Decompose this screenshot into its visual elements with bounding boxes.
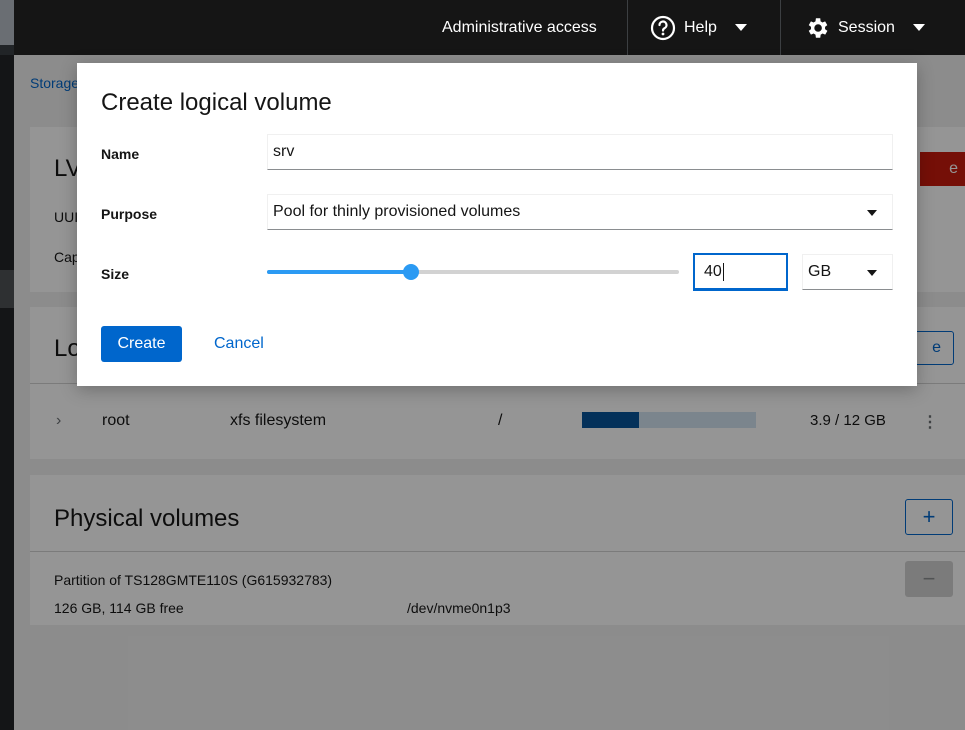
- caret-down-icon: [867, 270, 877, 276]
- purpose-label: Purpose: [101, 206, 158, 222]
- name-value: srv: [273, 143, 295, 160]
- purpose-select[interactable]: Pool for thinly provisioned volumes: [267, 194, 893, 230]
- divider: [627, 0, 628, 55]
- create-button[interactable]: Create: [101, 326, 182, 362]
- gear-icon: [808, 17, 828, 38]
- session-label: Session: [838, 18, 895, 36]
- help-menu-button[interactable]: Help: [650, 0, 747, 55]
- chevron-down-icon: [734, 24, 747, 31]
- name-input[interactable]: srv: [267, 134, 893, 170]
- chevron-down-icon: [912, 24, 925, 31]
- name-label: Name: [101, 146, 140, 162]
- purpose-value: Pool for thinly provisioned volumes: [273, 203, 521, 220]
- size-slider[interactable]: [267, 264, 679, 280]
- size-label: Size: [101, 266, 130, 282]
- help-icon: [650, 15, 676, 40]
- cancel-button[interactable]: Cancel: [214, 326, 264, 362]
- size-value: 40: [704, 262, 722, 280]
- help-label: Help: [684, 18, 717, 36]
- size-slider-thumb[interactable]: [403, 264, 420, 280]
- administrative-access-button[interactable]: Administrative access: [442, 0, 597, 55]
- size-slider-fill: [267, 270, 412, 274]
- dialog-title: Create logical volume: [101, 89, 332, 116]
- text-cursor: [722, 262, 724, 281]
- administrative-access-label: Administrative access: [442, 18, 597, 36]
- session-menu-button[interactable]: Session: [804, 0, 925, 55]
- size-unit-select[interactable]: GB: [802, 254, 893, 290]
- top-bar: Administrative access Help Session: [14, 0, 965, 55]
- size-input[interactable]: 40: [693, 253, 788, 291]
- nav-item[interactable]: [0, 0, 14, 45]
- caret-down-icon: [867, 210, 877, 216]
- divider: [780, 0, 781, 55]
- size-unit-value: GB: [808, 263, 832, 280]
- create-logical-volume-dialog: Create logical volume Name srv Purpose P…: [77, 63, 917, 386]
